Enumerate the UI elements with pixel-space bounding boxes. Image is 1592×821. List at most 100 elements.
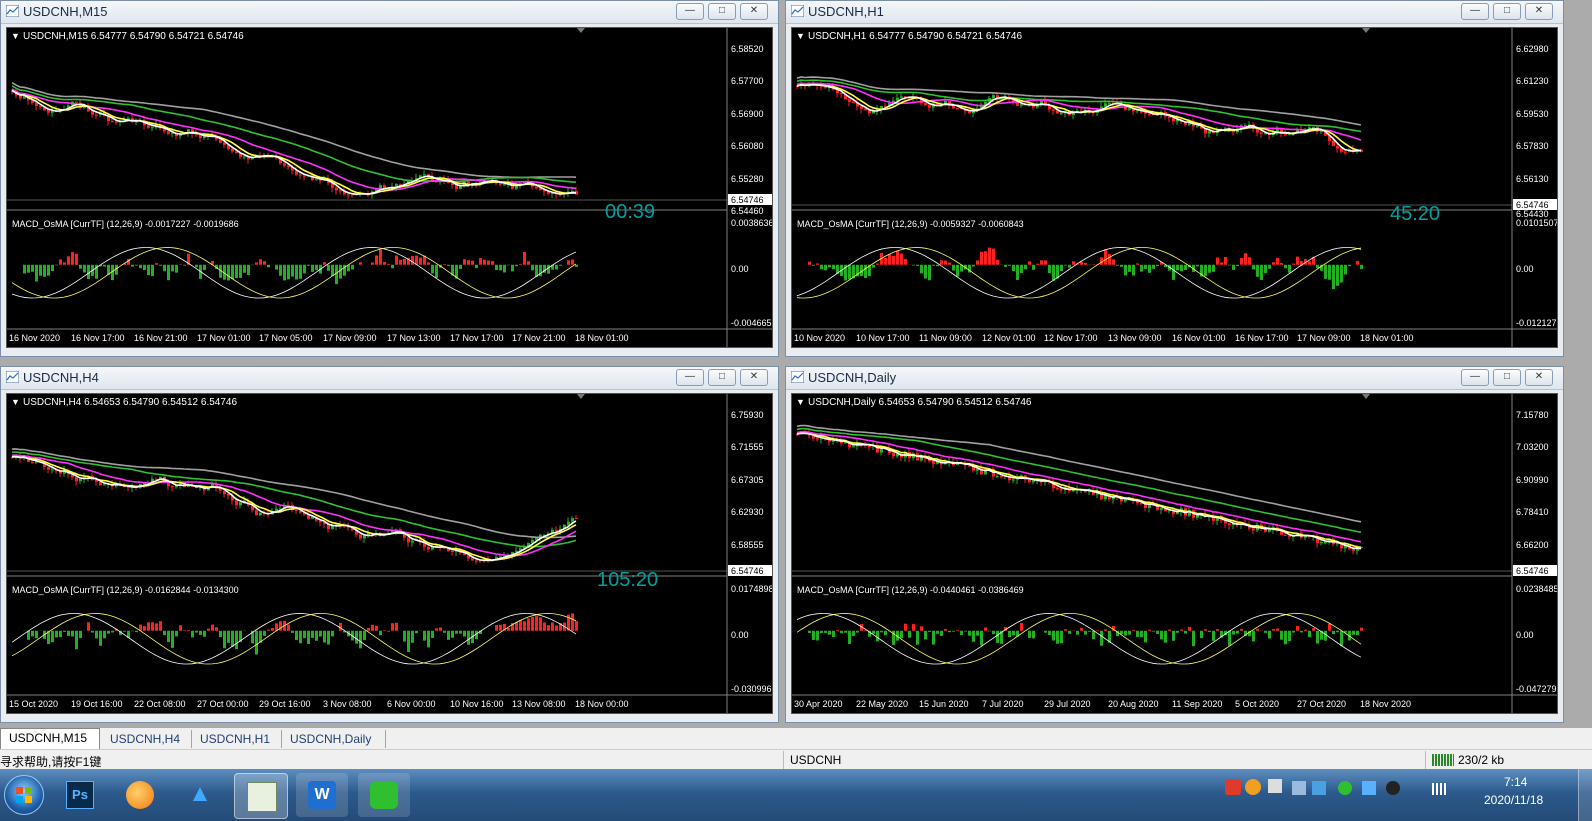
macd-bar	[872, 630, 875, 634]
chart-window-daily[interactable]: USDCNH,Daily — □ ✕ ▼ USDCNH,Daily 6.5465…	[785, 366, 1564, 723]
macd-bar	[235, 264, 238, 279]
svg-text:22 Oct 08:00: 22 Oct 08:00	[134, 699, 186, 709]
candle-body	[111, 121, 114, 123]
network-icon[interactable]	[1292, 781, 1306, 795]
candle-body	[1332, 140, 1335, 147]
window-titlebar[interactable]: USDCNH,Daily — □ ✕	[786, 367, 1563, 390]
tab-usdcnh-h1[interactable]: USDCNH,H1	[192, 730, 282, 748]
macd-bar	[1152, 264, 1155, 269]
candle-body	[1056, 488, 1059, 490]
macd-bar	[924, 264, 927, 279]
moving-average-line	[796, 83, 1362, 152]
svg-text:30 Apr 2020: 30 Apr 2020	[794, 699, 843, 709]
restore-button[interactable]: □	[708, 3, 736, 20]
macd-bar	[279, 264, 282, 276]
macd-bar	[1012, 630, 1015, 636]
macd-bar	[1232, 630, 1235, 635]
macd-bar	[1200, 630, 1203, 639]
price-chart-svg[interactable]: ▼ USDCNH,H4 6.54653 6.54790 6.54512 6.54…	[7, 394, 774, 713]
minimize-button[interactable]: —	[1461, 369, 1489, 386]
candle-body	[335, 187, 338, 191]
clock-time[interactable]: 7:14	[1504, 775, 1527, 789]
candle-body	[295, 509, 298, 511]
bar-countdown: 45:20	[1390, 203, 1440, 225]
close-button[interactable]: ✕	[740, 3, 768, 20]
chart-area[interactable]: ▼ USDCNH,H4 6.54653 6.54790 6.54512 6.54…	[6, 393, 774, 714]
window-titlebar[interactable]: USDCNH,H4 — □ ✕	[1, 367, 778, 390]
chart-area[interactable]: ▼ USDCNH,H1 6.54777 6.54790 6.54721 6.54…	[791, 27, 1559, 348]
macd-bar	[523, 251, 526, 265]
close-button[interactable]: ✕	[1525, 369, 1553, 386]
macd-bar	[163, 264, 166, 272]
macd-bar	[567, 260, 570, 265]
price-chart-svg[interactable]: ▼ USDCNH,H1 6.54777 6.54790 6.54721 6.54…	[792, 28, 1559, 347]
macd-bar	[31, 630, 34, 637]
qq-icon[interactable]	[1386, 781, 1400, 795]
chart-window-h4[interactable]: USDCNH,H4 — □ ✕ ▼ USDCNH,H4 6.54653 6.54…	[0, 366, 779, 723]
tab-usdcnh-m15[interactable]: USDCNH,M15	[0, 728, 100, 749]
candle-body	[924, 102, 927, 106]
tab-usdcnh-daily[interactable]: USDCNH,Daily	[282, 730, 386, 748]
volume-icon[interactable]	[1312, 781, 1326, 795]
macd-bar	[1132, 629, 1135, 631]
minimize-button[interactable]: —	[1461, 3, 1489, 20]
macd-bar	[371, 624, 374, 631]
candle-body	[571, 518, 574, 522]
price-chart-svg[interactable]: ▼ USDCNH,Daily 6.54653 6.54790 6.54512 6…	[792, 394, 1559, 713]
chart-area[interactable]: ▼ USDCNH,M15 6.54777 6.54790 6.54721 6.5…	[6, 27, 774, 348]
tray-app-icon[interactable]	[1268, 779, 1282, 793]
candle-body	[860, 106, 863, 109]
cloud-app-icon[interactable]: ▲	[174, 773, 226, 817]
svg-text:15 Oct 2020: 15 Oct 2020	[9, 699, 58, 709]
macd-bar	[427, 262, 430, 265]
collapse-arrow-icon[interactable]: ▼	[11, 397, 20, 407]
chart-window-m15[interactable]: USDCNH,M15 — □ ✕ ▼ USDCNH,M15 6.54777 6.…	[0, 0, 779, 357]
wechat-icon[interactable]	[358, 773, 410, 817]
collapse-arrow-icon[interactable]: ▼	[796, 31, 805, 41]
restore-button[interactable]: □	[1493, 3, 1521, 20]
wechat-tray-icon[interactable]	[1338, 781, 1352, 795]
signal-icon[interactable]	[1432, 783, 1448, 795]
clock-date[interactable]: 2020/11/18	[1484, 793, 1543, 807]
wps-icon[interactable]: W	[296, 773, 348, 817]
collapse-arrow-icon[interactable]: ▼	[796, 397, 805, 407]
candle-body	[1288, 134, 1291, 136]
macd-bar	[391, 623, 394, 631]
chart-window-h1[interactable]: USDCNH,H1 — □ ✕ ▼ USDCNH,H1 6.54777 6.54…	[785, 0, 1564, 357]
close-button[interactable]: ✕	[1525, 3, 1553, 20]
svg-text:3 Nov 08:00: 3 Nov 08:00	[323, 699, 372, 709]
photoshop-icon[interactable]: Ps	[54, 773, 106, 817]
macd-bar	[163, 630, 166, 636]
restore-button[interactable]: □	[1493, 369, 1521, 386]
security-icon[interactable]	[1362, 781, 1376, 795]
collapse-arrow-icon[interactable]: ▼	[11, 31, 20, 41]
macd-bar	[1304, 629, 1307, 631]
show-desktop-button[interactable]	[1578, 769, 1592, 821]
macd-bar	[279, 621, 282, 631]
close-button[interactable]: ✕	[740, 369, 768, 386]
svg-text:13 Nov 09:00: 13 Nov 09:00	[1108, 333, 1162, 343]
price-chart-svg[interactable]: ▼ USDCNH,M15 6.54777 6.54790 6.54721 6.5…	[7, 28, 774, 347]
metatrader-icon[interactable]	[234, 773, 288, 819]
macd-bar	[900, 253, 903, 265]
minimize-button[interactable]: —	[676, 369, 704, 386]
window-titlebar[interactable]: USDCNH,M15 — □ ✕	[1, 1, 778, 24]
macd-bar	[1176, 264, 1179, 271]
browser-icon[interactable]	[114, 773, 166, 817]
restore-button[interactable]: □	[708, 369, 736, 386]
macd-scale: -0.030996	[731, 684, 772, 694]
macd-bar	[331, 264, 334, 277]
minimize-button[interactable]: —	[676, 3, 704, 20]
candle-body	[1284, 133, 1287, 135]
chart-area[interactable]: ▼ USDCNH,Daily 6.54653 6.54790 6.54512 6…	[791, 393, 1559, 714]
candle-body	[1000, 476, 1003, 478]
macd-bar	[299, 264, 302, 279]
candle-body	[1028, 479, 1031, 483]
start-orb-icon[interactable]	[4, 775, 44, 815]
input-method-icon[interactable]	[1225, 779, 1241, 795]
tab-usdcnh-h4[interactable]: USDCNH,H4	[102, 730, 192, 748]
tray-app-icon[interactable]	[1245, 779, 1261, 795]
macd-bar	[175, 630, 178, 637]
window-titlebar[interactable]: USDCNH,H1 — □ ✕	[786, 1, 1563, 24]
macd-bar	[1032, 264, 1035, 270]
